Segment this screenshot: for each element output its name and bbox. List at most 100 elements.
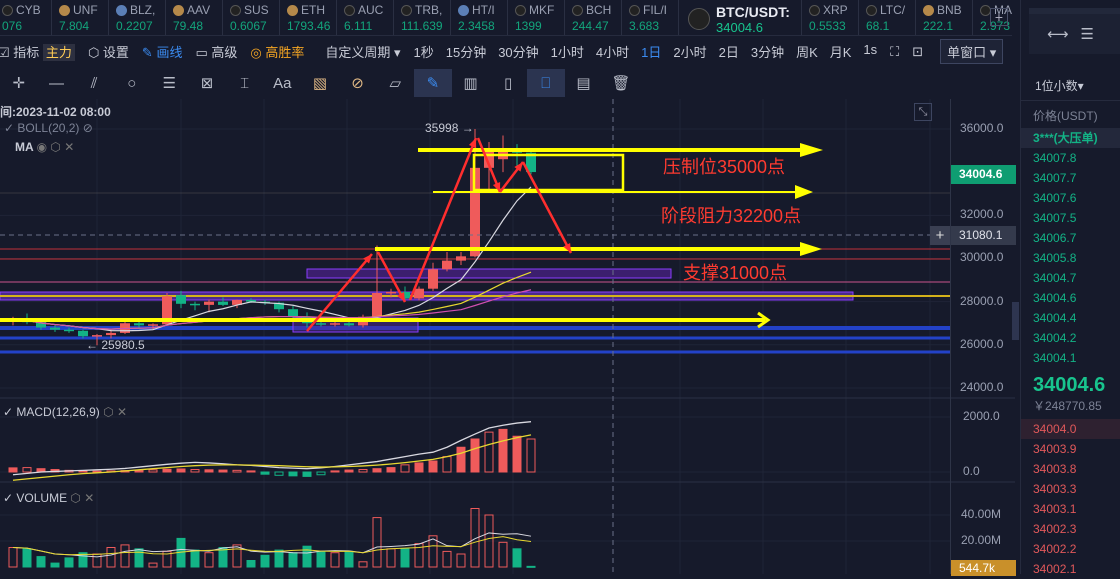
ticker-item[interactable]: SUS 0.6067 bbox=[228, 0, 280, 35]
ticker-item[interactable]: XRP 0.5533 bbox=[807, 0, 859, 35]
ticker-item[interactable]: AAV 79.48 bbox=[171, 0, 223, 35]
measure-tool-icon[interactable]: ⌶ bbox=[226, 69, 264, 97]
close-icon[interactable]: ✕ bbox=[84, 491, 94, 505]
ask-row[interactable]: 34006.7 bbox=[1021, 228, 1120, 248]
price-axis[interactable]: 36000.0 32000.0 30000.0 28000.0 26000.0 24000… bbox=[950, 99, 1016, 576]
note-tool-icon[interactable]: ▤ bbox=[565, 69, 603, 97]
ticker-item[interactable]: ETH 1793.46 bbox=[285, 0, 337, 35]
brush-tool-icon[interactable]: ✎ bbox=[414, 69, 452, 97]
ask-row[interactable]: 34007.8 bbox=[1021, 148, 1120, 168]
close-icon[interactable]: ✕ bbox=[117, 405, 127, 419]
timeframe-6[interactable]: 2小时 bbox=[673, 42, 706, 61]
close-icon[interactable]: ✕ bbox=[64, 140, 74, 154]
ask-row[interactable]: 34007.6 bbox=[1021, 188, 1120, 208]
timeframe-2[interactable]: 30分钟 bbox=[498, 42, 538, 61]
window-mode-dropdown[interactable]: 单窗口 ▾ bbox=[940, 39, 1004, 64]
eye-hidden-icon[interactable]: ⊘ bbox=[83, 121, 93, 135]
panel-collapse-handle[interactable] bbox=[1012, 302, 1019, 340]
crosshair-add-button[interactable]: + bbox=[930, 226, 950, 245]
indicator-button[interactable]: ☑ 指标 主力 bbox=[0, 42, 75, 61]
volume-tick: 40.00M bbox=[961, 507, 1002, 521]
coin-icon bbox=[173, 4, 184, 16]
expand-icon[interactable]: ⤡ bbox=[914, 103, 932, 121]
ticker-item[interactable]: TRB, 111.639 bbox=[399, 0, 451, 35]
ticker-item[interactable]: MKF 1399 bbox=[513, 0, 565, 35]
fullscreen-icon[interactable]: ⛶ bbox=[890, 44, 899, 60]
fib-tool-icon[interactable]: ☰ bbox=[151, 69, 189, 97]
draw-button[interactable]: ✎ 画线 bbox=[142, 42, 183, 61]
winrate-button[interactable]: ◎ 高胜率 bbox=[250, 42, 304, 61]
magnet-tool-icon[interactable]: ⊘ bbox=[339, 69, 377, 97]
line-tool-icon[interactable]: — bbox=[38, 69, 76, 97]
crosshair-tool-icon[interactable]: ✛ bbox=[0, 69, 38, 97]
circle-tool-icon[interactable]: ○ bbox=[113, 69, 151, 97]
ask-row[interactable]: 34007.7 bbox=[1021, 168, 1120, 188]
add-window-icon[interactable]: ⊡ bbox=[912, 44, 923, 60]
bid-row[interactable]: 34004.0 bbox=[1021, 419, 1120, 439]
sliders-icon[interactable]: ☰ bbox=[1081, 25, 1094, 43]
trash-tool-icon[interactable]: 🗑 bbox=[602, 69, 640, 97]
ticker-item[interactable]: FIL/I 3.683 bbox=[627, 0, 679, 35]
ticker-item[interactable]: CYB 076 bbox=[0, 0, 52, 35]
ticker-item[interactable]: HT/I 2.3458 bbox=[456, 0, 508, 35]
ticker-item[interactable]: BLZ, 0.2207 bbox=[114, 0, 166, 35]
eye-icon[interactable]: ◉ bbox=[37, 140, 47, 154]
gear-icon[interactable]: ⬡ bbox=[70, 491, 80, 505]
timeframe-3[interactable]: 1小时 bbox=[551, 42, 584, 61]
lock-tool-icon[interactable]: ▯ bbox=[489, 69, 527, 97]
bid-row[interactable]: 34003.3 bbox=[1021, 479, 1120, 499]
ask-row[interactable]: 34004.1 bbox=[1021, 348, 1120, 368]
timeframe-4[interactable]: 4小时 bbox=[596, 42, 629, 61]
timeframe-9[interactable]: 周K bbox=[796, 42, 818, 61]
bid-row[interactable]: 34002.3 bbox=[1021, 519, 1120, 539]
ask-row[interactable]: 34004.6 bbox=[1021, 288, 1120, 308]
aa-tool-icon[interactable]: Aa bbox=[263, 69, 301, 97]
ticker-item[interactable]: UNF 7.804 bbox=[57, 0, 109, 35]
ask-row[interactable]: 34007.5 bbox=[1021, 208, 1120, 228]
ask-row[interactable]: 34004.7 bbox=[1021, 268, 1120, 288]
ruler-tool-icon[interactable]: ▱ bbox=[376, 69, 414, 97]
custom-period-dropdown[interactable]: 自定义周期 ▾ bbox=[325, 42, 400, 61]
bookmark-tool-icon[interactable]: ⎕ bbox=[526, 69, 565, 97]
timeframe-5[interactable]: 1日 bbox=[641, 42, 661, 61]
main-tag[interactable]: 主力 bbox=[42, 44, 75, 61]
ask-row[interactable]: 34004.2 bbox=[1021, 328, 1120, 348]
timeframe-8[interactable]: 3分钟 bbox=[751, 42, 784, 61]
bid-row[interactable]: 34002.1 bbox=[1021, 559, 1120, 579]
ruler-orange-tool-icon[interactable]: ▧ bbox=[301, 69, 339, 97]
timeframe-1[interactable]: 15分钟 bbox=[446, 42, 486, 61]
price-chart[interactable] bbox=[0, 99, 1015, 574]
macd-legend[interactable]: ✓ MACD(12,26,9) ⬡ ✕ bbox=[3, 405, 127, 419]
big-order-row[interactable]: 3***(大压单) bbox=[1021, 128, 1120, 148]
settings-button[interactable]: ⬡ 设置 bbox=[88, 42, 129, 61]
ticker-item[interactable]: BNB 222.1 bbox=[921, 0, 973, 35]
add-ticker-button[interactable]: + bbox=[990, 8, 1008, 26]
bid-row[interactable]: 34002.2 bbox=[1021, 539, 1120, 559]
pattern-tool-icon[interactable]: ⊠ bbox=[188, 69, 226, 97]
bid-row[interactable]: 34003.9 bbox=[1021, 439, 1120, 459]
ticker-item[interactable]: BCH 244.47 bbox=[570, 0, 622, 35]
bid-row[interactable]: 34003.8 bbox=[1021, 459, 1120, 479]
gear-icon[interactable]: ⬡ bbox=[103, 405, 113, 419]
advanced-button[interactable]: ▭ 高级 bbox=[195, 42, 237, 61]
volume-legend[interactable]: ✓ VOLUME ⬡ ✕ bbox=[3, 491, 94, 505]
gear-icon[interactable]: ⬡ bbox=[50, 140, 60, 154]
bid-row[interactable]: 34003.1 bbox=[1021, 499, 1120, 519]
timeframe-10[interactable]: 月K bbox=[830, 42, 852, 61]
timeframe-11[interactable]: 1s bbox=[863, 42, 877, 61]
boll-legend[interactable]: ✓ BOLL(20,2) ⊘ bbox=[4, 121, 93, 135]
parallel-tool-icon[interactable]: ⫽ bbox=[75, 69, 113, 97]
ticker-item-btc[interactable]: BTC/USDT: 34004.6 bbox=[684, 0, 802, 35]
horizontal-line-icon[interactable]: ⟷ bbox=[1047, 25, 1069, 43]
ask-row[interactable]: 34004.4 bbox=[1021, 308, 1120, 328]
ma-legend[interactable]: MA ◉ ⬡ ✕ bbox=[15, 140, 74, 154]
volume-bar bbox=[386, 548, 396, 568]
candle bbox=[64, 329, 74, 332]
ask-row[interactable]: 34005.8 bbox=[1021, 248, 1120, 268]
timeframe-0[interactable]: 1秒 bbox=[414, 42, 434, 61]
decimals-dropdown[interactable]: 1位小数▾ bbox=[1035, 77, 1084, 94]
candles-tool-icon[interactable]: ▥ bbox=[452, 69, 490, 97]
timeframe-7[interactable]: 2日 bbox=[719, 42, 739, 61]
ticker-item[interactable]: LTC/68.1 bbox=[864, 0, 916, 35]
ticker-item[interactable]: AUC 6.111 bbox=[342, 0, 394, 35]
